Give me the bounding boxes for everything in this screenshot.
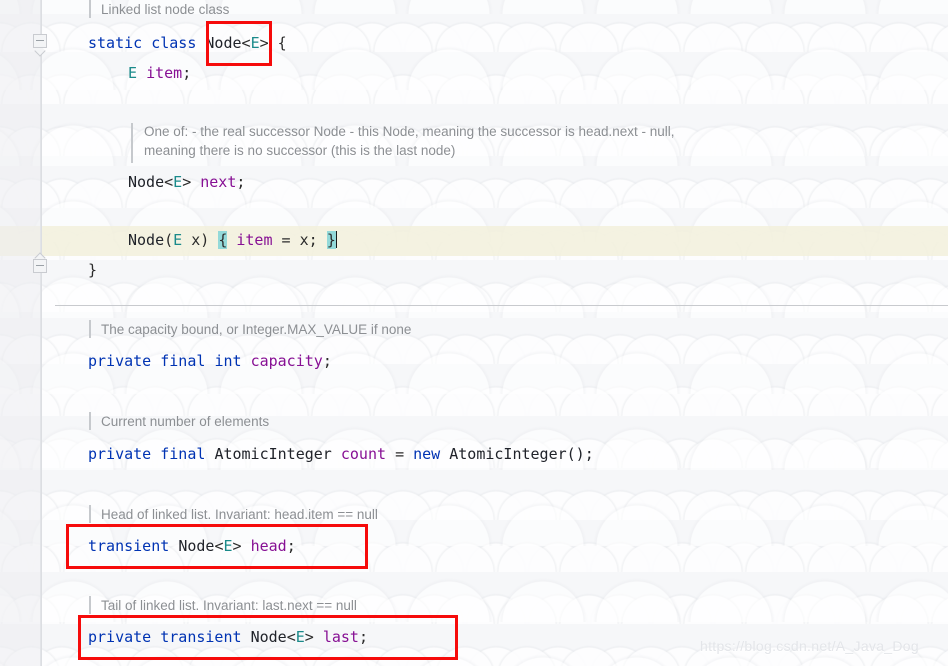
doc-comment-next-field-line1: One of: - the real successor Node - this… <box>144 124 675 139</box>
brace-close-class: } <box>88 261 98 279</box>
angle-open-2: < <box>164 173 174 191</box>
code-line-next-field[interactable]: Node<E> next; <box>128 173 245 192</box>
doc-comment-next-field-line2: meaning there is no successor (this is t… <box>144 143 456 158</box>
keyword-new: new <box>413 445 441 463</box>
fold-end-minus <box>36 265 44 266</box>
semicolon-2: ; <box>236 173 246 191</box>
generic-type-e-item: E <box>128 64 138 82</box>
field-count: count <box>340 445 387 463</box>
assign-operator-2: = <box>395 445 405 463</box>
assign-operator: = <box>281 231 291 249</box>
annotation-box-node-type <box>206 21 272 66</box>
type-node-ctor: Node <box>128 231 165 249</box>
annotation-box-last-field <box>78 615 458 660</box>
fold-end-icon[interactable] <box>31 252 51 279</box>
generic-param-e-3: E <box>173 231 183 249</box>
generic-param-e-2: E <box>173 173 183 191</box>
semicolon-3: ; <box>308 231 318 249</box>
doc-bar-last <box>89 596 91 614</box>
member-separator <box>55 305 948 306</box>
space-17 <box>332 445 341 463</box>
space-20 <box>440 445 449 463</box>
space-7 <box>209 231 218 249</box>
field-next: next <box>200 173 237 191</box>
doc-comment-last: Tail of linked list. Invariant: last.nex… <box>101 598 357 613</box>
fold-end-box <box>33 259 47 273</box>
editor-window: Linked list node class static class Node… <box>0 0 948 666</box>
gutter-border <box>41 0 42 666</box>
space-18 <box>386 445 395 463</box>
doc-comment-head: Head of linked list. Invariant: head.ite… <box>101 507 378 522</box>
field-item-assign: item <box>236 231 273 249</box>
doc-comment-count: Current number of elements <box>101 414 270 429</box>
csdn-watermark: https://blog.csdn.net/A_Java_Dog <box>700 638 919 654</box>
doc-comment-capacity: The capacity bound, or Integer.MAX_VALUE… <box>101 322 412 337</box>
space-19 <box>404 445 413 463</box>
type-node-next: Node <box>128 173 165 191</box>
space-9 <box>273 231 282 249</box>
space-1 <box>142 34 151 52</box>
code-line-item-field[interactable]: E item; <box>128 64 191 83</box>
space-5 <box>191 173 200 191</box>
brace-open-highlighted: { <box>218 231 228 249</box>
doc-bar-count <box>89 412 91 430</box>
keyword-final-2: final <box>160 445 206 463</box>
field-capacity: capacity <box>250 352 323 370</box>
paren-close: ) <box>200 231 210 249</box>
keyword-static: static <box>88 34 143 52</box>
brace-close-highlighted: } <box>326 231 336 249</box>
keyword-class: class <box>151 34 197 52</box>
doc-bar-next-field <box>131 123 133 163</box>
value-x: x <box>299 231 309 249</box>
text-caret <box>335 231 337 248</box>
code-line-count-field[interactable]: private final AtomicInteger count = new … <box>88 445 594 464</box>
editor-gutter <box>0 0 41 666</box>
keyword-int: int <box>214 352 242 370</box>
angle-close-2: > <box>182 173 192 191</box>
doc-bar-node-class <box>89 0 91 18</box>
keyword-private-1: private <box>88 352 152 370</box>
fold-start-box <box>33 34 47 48</box>
fold-rail <box>40 0 41 666</box>
fold-start-icon[interactable] <box>31 34 51 57</box>
doc-bar-capacity <box>89 320 91 338</box>
constructor-call-atomicinteger: AtomicInteger(); <box>449 445 594 463</box>
keyword-private-2: private <box>88 445 152 463</box>
space-6 <box>182 231 191 249</box>
space-4 <box>137 64 146 82</box>
code-line-capacity-field[interactable]: private final int capacity; <box>88 352 332 371</box>
fold-start-minus <box>36 40 44 41</box>
code-line-class-close[interactable]: } <box>88 261 97 280</box>
type-atomicinteger: AtomicInteger <box>214 445 332 463</box>
field-item: item <box>146 64 183 82</box>
space-14 <box>242 352 251 370</box>
space-11 <box>318 231 327 249</box>
code-line-constructor[interactable]: Node(E x) { item = x; } <box>128 231 337 250</box>
brace-open-class: { <box>277 34 287 52</box>
doc-bar-head <box>89 505 91 523</box>
space-15 <box>151 445 160 463</box>
doc-comment-node-class: Linked list node class <box>101 2 230 17</box>
space-10 <box>291 231 300 249</box>
paren-open: ( <box>164 231 174 249</box>
annotation-box-head-field <box>66 524 368 569</box>
param-x: x <box>191 231 201 249</box>
keyword-final-1: final <box>160 352 206 370</box>
semicolon-4: ; <box>322 352 332 370</box>
space-12 <box>151 352 160 370</box>
semicolon-1: ; <box>182 64 192 82</box>
